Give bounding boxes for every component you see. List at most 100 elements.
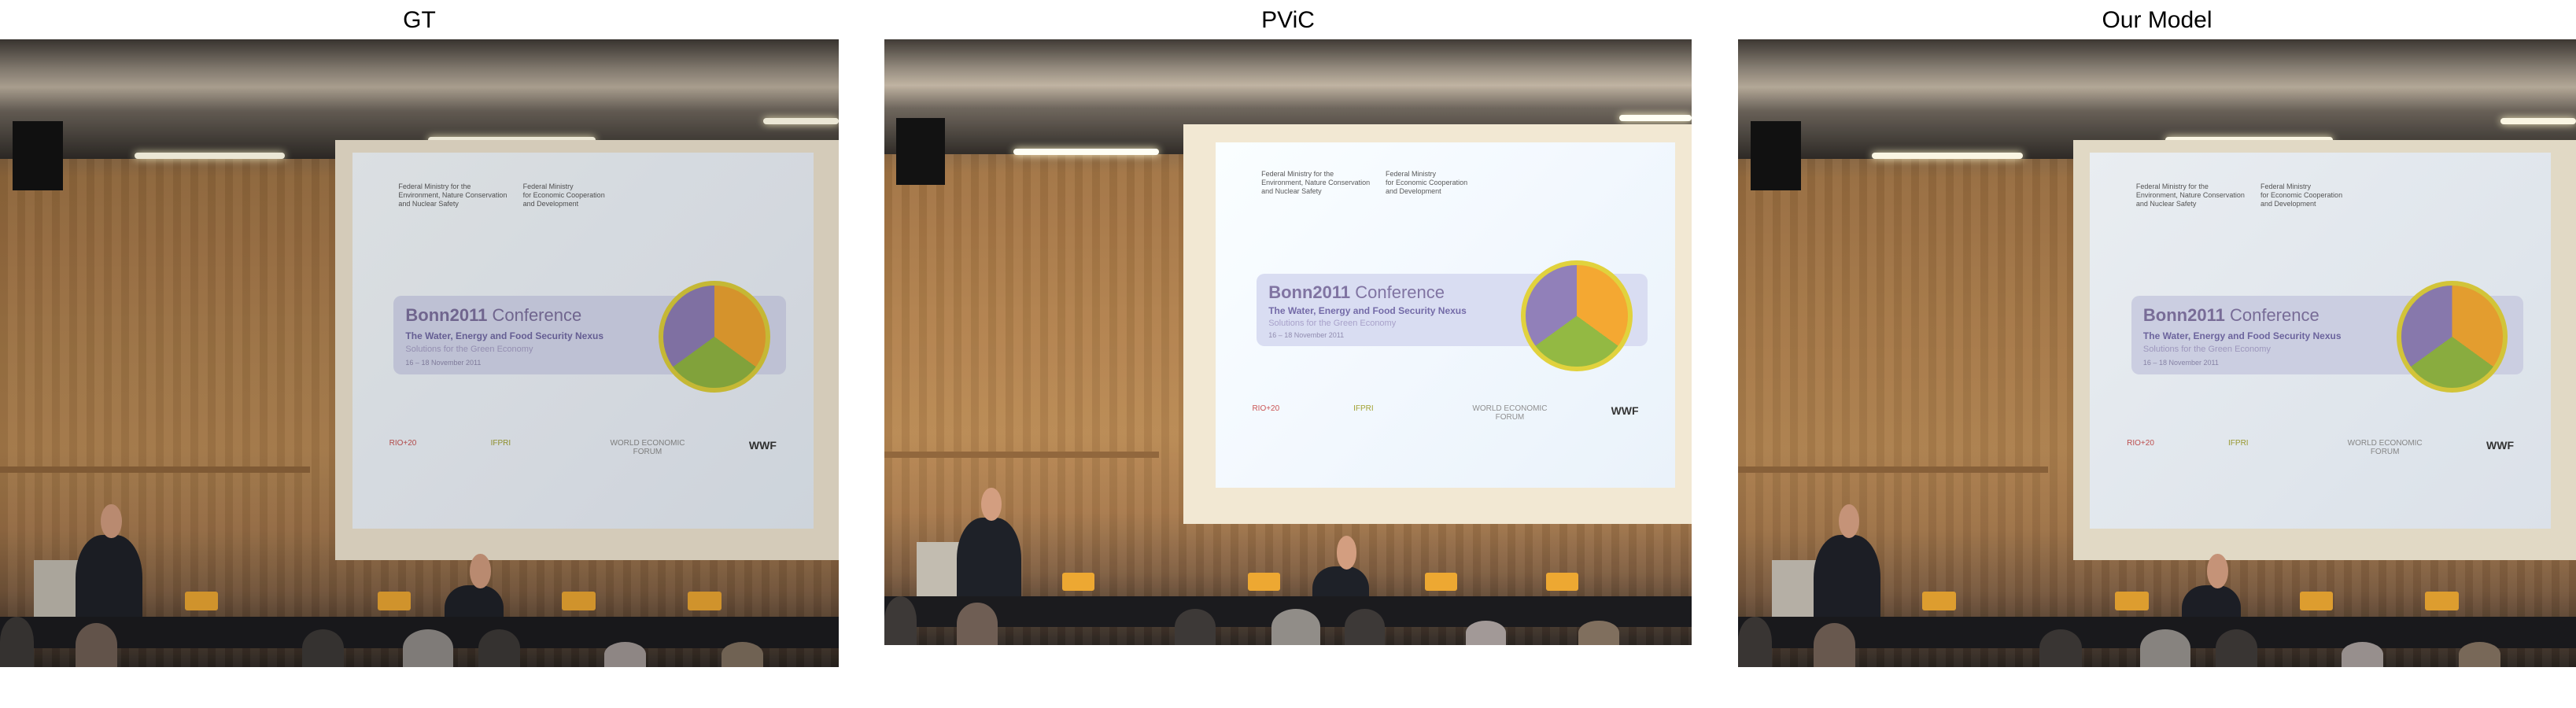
chair xyxy=(2299,592,2334,611)
audience-head xyxy=(1175,608,1216,645)
audience-head xyxy=(301,629,345,667)
wall-ledge xyxy=(884,451,1159,458)
audience-head xyxy=(2039,629,2082,667)
conference-word: Conference xyxy=(487,304,582,325)
ceiling-light xyxy=(134,152,286,159)
chair xyxy=(184,592,219,611)
conference-year: Bonn2011 xyxy=(2142,304,2225,325)
conference-logo-globe xyxy=(1521,260,1633,372)
title-our-model: Our Model xyxy=(2102,7,2212,33)
rio20-logo: RIO+20 xyxy=(2127,438,2154,448)
audience-head xyxy=(1578,621,1619,645)
panelist-head xyxy=(1336,536,1357,570)
ceiling-light xyxy=(763,117,839,124)
ministry-env-text: Federal Ministry for the Environment, Na… xyxy=(398,182,507,208)
photo-our-model: Federal Ministry for the Environment, Na… xyxy=(1738,39,2576,667)
audience-head xyxy=(402,629,453,667)
wwf-logo: WWF xyxy=(2486,438,2515,452)
wwf-logo: WWF xyxy=(748,438,777,452)
ifpri-logo: IFPRI xyxy=(1353,404,1374,414)
wef-logo: WORLD ECONOMIC FORUM xyxy=(610,438,685,456)
audience-head xyxy=(1344,608,1386,645)
audience-head xyxy=(0,617,34,667)
conference-year: Bonn2011 xyxy=(1268,282,1351,302)
loudspeaker xyxy=(1750,120,1801,190)
conference-subtitle-2: Solutions for the Green Economy xyxy=(1268,318,1397,328)
conference-subtitle: The Water, Energy and Food Security Nexu… xyxy=(405,330,604,341)
chair xyxy=(1247,572,1280,591)
ministry-env-text: Federal Ministry for the Environment, Na… xyxy=(2135,182,2245,208)
ministry-econ-text: Federal Ministry for Economic Cooperatio… xyxy=(2260,182,2343,208)
audience-head xyxy=(75,623,118,667)
conference-banner: Bonn2011 Conference The Water, Energy an… xyxy=(2131,281,2523,393)
chair xyxy=(562,592,596,611)
chair xyxy=(377,592,411,611)
ministry-econ-text: Federal Ministry for Economic Cooperatio… xyxy=(522,182,605,208)
chair xyxy=(1425,572,1458,591)
wef-logo: WORLD ECONOMIC FORUM xyxy=(2347,438,2423,456)
conference-title: Bonn2011 Conference xyxy=(405,305,581,326)
wef-logo: WORLD ECONOMIC FORUM xyxy=(1472,404,1548,422)
audience-head xyxy=(2458,642,2501,667)
conference-title: Bonn2011 Conference xyxy=(1268,282,1445,303)
wall-ledge xyxy=(1738,466,2049,473)
audience-head xyxy=(884,596,917,645)
wwf-logo: WWF xyxy=(1611,404,1639,418)
conference-date: 16 – 18 November 2011 xyxy=(405,359,482,367)
conference-word: Conference xyxy=(1350,282,1445,302)
ifpri-logo: IFPRI xyxy=(2228,438,2249,448)
chair xyxy=(2425,592,2459,611)
title-gt: GT xyxy=(403,7,436,33)
chair xyxy=(1546,572,1579,591)
chair xyxy=(1061,572,1094,591)
ceiling-light xyxy=(2500,117,2576,124)
rio20-logo: RIO+20 xyxy=(1252,404,1280,414)
ministry-econ-text: Federal Ministry for Economic Cooperatio… xyxy=(1386,170,1468,195)
ceiling-light xyxy=(1618,115,1692,122)
conference-year: Bonn2011 xyxy=(405,304,488,325)
rio20-logo: RIO+20 xyxy=(389,438,417,448)
ceiling-light xyxy=(1013,148,1159,155)
audience-head xyxy=(1271,608,1321,645)
chair xyxy=(1922,592,1956,611)
audience-head xyxy=(2216,629,2258,667)
conference-date: 16 – 18 November 2011 xyxy=(1268,331,1345,340)
audience-head xyxy=(1738,617,1772,667)
title-pvic: PViC xyxy=(1261,7,1315,33)
audience-head xyxy=(721,642,764,667)
conference-logo-globe xyxy=(2396,281,2508,393)
audience-head xyxy=(1465,621,1507,645)
audience-head xyxy=(957,603,998,645)
projection-screen: Federal Ministry for the Environment, Na… xyxy=(1215,142,1676,488)
ceiling-light xyxy=(1872,152,2024,159)
audience-head xyxy=(478,629,520,667)
conference-banner: Bonn2011 Conference The Water, Energy an… xyxy=(1257,260,1648,372)
ifpri-logo: IFPRI xyxy=(490,438,511,448)
conference-subtitle-2: Solutions for the Green Economy xyxy=(2142,344,2271,354)
speaker-head xyxy=(1838,503,1860,539)
speaker-head xyxy=(981,487,1002,522)
audience-head xyxy=(1813,623,1856,667)
chair xyxy=(2115,592,2149,611)
conference-banner: Bonn2011 Conference The Water, Energy an… xyxy=(393,281,786,393)
conference-word: Conference xyxy=(2224,304,2320,325)
wall-ledge xyxy=(0,466,311,473)
conference-date: 16 – 18 November 2011 xyxy=(2142,359,2219,367)
photo-pvic: Federal Ministry for the Environment, Na… xyxy=(884,39,1692,645)
conference-subtitle: The Water, Energy and Food Security Nexu… xyxy=(2142,330,2342,341)
audience-head xyxy=(2341,642,2384,667)
loudspeaker xyxy=(12,120,63,190)
projection-screen: Federal Ministry for the Environment, Na… xyxy=(2090,152,2552,529)
conference-subtitle: The Water, Energy and Food Security Nexu… xyxy=(1268,305,1467,317)
panelist-head xyxy=(469,554,491,589)
loudspeaker xyxy=(896,118,945,185)
chair xyxy=(688,592,722,611)
conference-title: Bonn2011 Conference xyxy=(2143,305,2320,326)
projection-screen: Federal Ministry for the Environment, Na… xyxy=(352,152,814,529)
panelist-head xyxy=(2207,554,2229,589)
speaker-head xyxy=(100,503,122,539)
ministry-env-text: Federal Ministry for the Environment, Na… xyxy=(1261,170,1371,195)
conference-logo-globe xyxy=(659,281,770,393)
audience-head xyxy=(603,642,646,667)
conference-subtitle-2: Solutions for the Green Economy xyxy=(405,344,533,354)
